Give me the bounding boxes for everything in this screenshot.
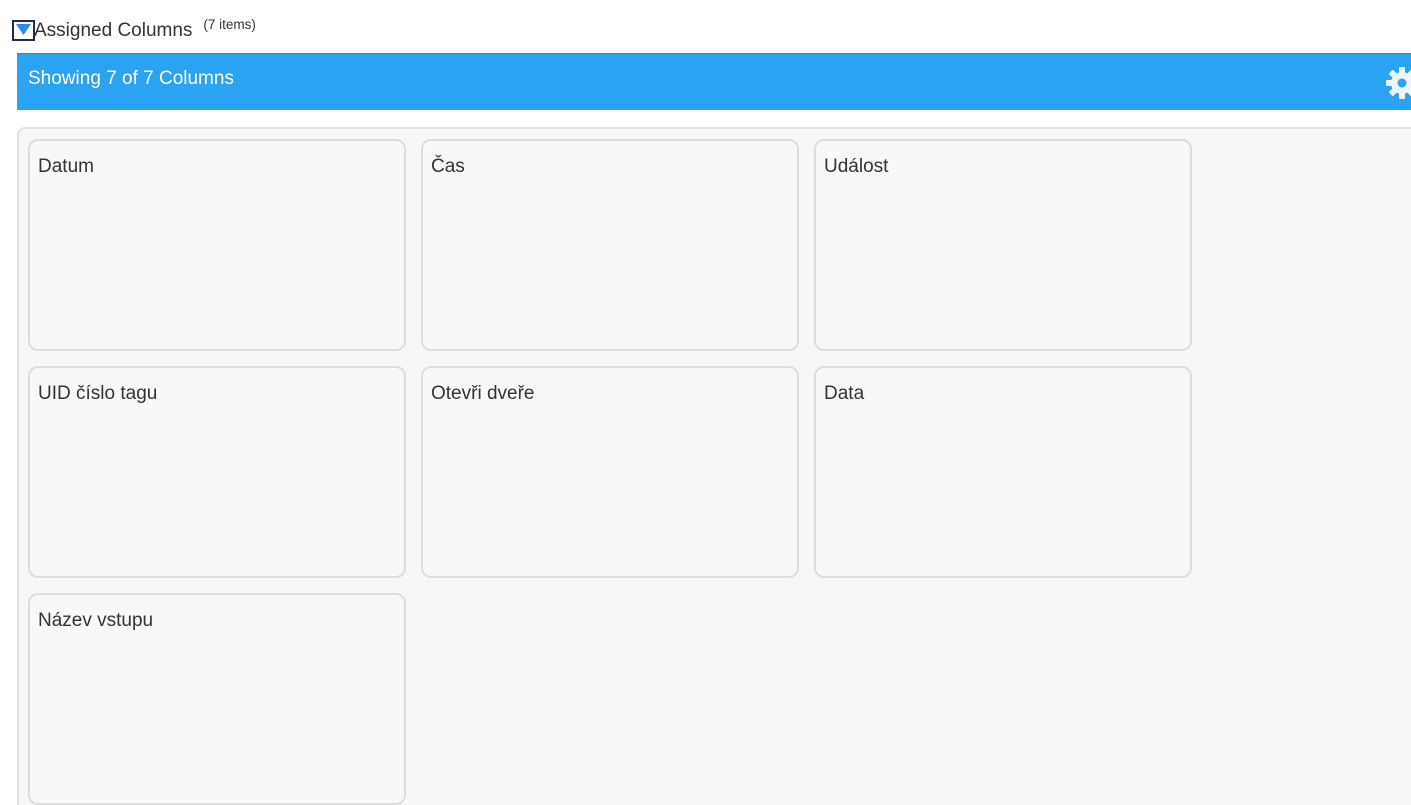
columns-status-text: Showing 7 of 7 Columns (28, 68, 234, 89)
column-card-label: Datum (38, 156, 94, 177)
section-header: Assigned Columns (7 items) (12, 13, 256, 43)
column-cards-area: Datum Čas Událost UID číslo tagu Otevři … (17, 127, 1411, 805)
column-card-udalost[interactable]: Událost (814, 139, 1192, 351)
column-card-label: Čas (431, 156, 465, 177)
columns-status-bar: Showing 7 of 7 Columns (17, 53, 1411, 110)
section-title: Assigned Columns (34, 20, 193, 41)
column-card-nazev-vstupu[interactable]: Název vstupu (28, 593, 406, 805)
item-count: (7 items) (203, 17, 256, 32)
column-card-datum[interactable]: Datum (28, 139, 406, 351)
column-card-label: Otevři dveře (431, 383, 535, 404)
column-card-label: UID číslo tagu (38, 383, 158, 404)
column-card-data[interactable]: Data (814, 366, 1192, 578)
column-card-uid-cislo-tagu[interactable]: UID číslo tagu (28, 366, 406, 578)
column-card-label: Událost (824, 156, 889, 177)
gear-icon[interactable] (1385, 66, 1411, 100)
assigned-columns-page: Assigned Columns (7 items) Showing 7 of … (0, 0, 1411, 805)
checkbox-icon[interactable] (12, 20, 35, 43)
column-card-label: Data (824, 383, 865, 404)
column-card-otevri-dvere[interactable]: Otevři dveře (421, 366, 799, 578)
column-card-label: Název vstupu (38, 610, 154, 631)
column-card-cas[interactable]: Čas (421, 139, 799, 351)
